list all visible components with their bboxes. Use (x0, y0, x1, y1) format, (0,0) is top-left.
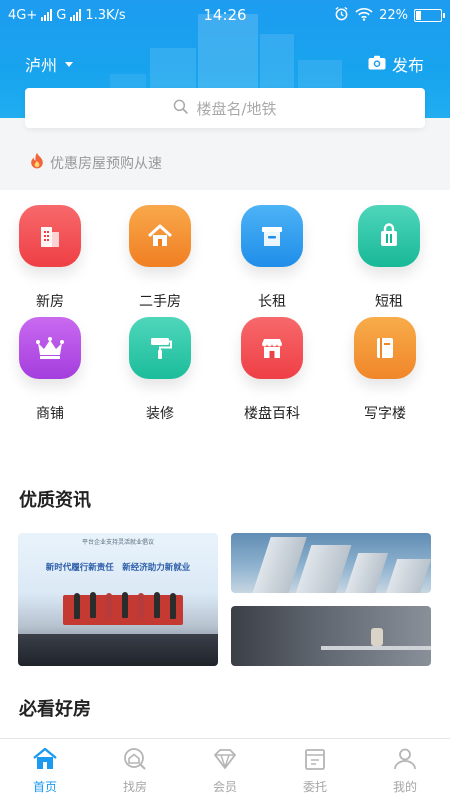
book-icon (354, 317, 416, 379)
paint-roller-icon (129, 317, 191, 379)
person-icon (392, 747, 418, 775)
publish-label: 发布 (391, 56, 424, 75)
battery-percent: 22% (379, 8, 408, 23)
person-figure (74, 593, 80, 619)
alarm-icon (334, 6, 349, 25)
category-label: 二手房 (139, 294, 181, 310)
category-label: 短租 (375, 294, 403, 310)
crown-icon (19, 317, 81, 379)
box-icon (241, 205, 303, 267)
category-item-shop[interactable]: 商铺 (0, 317, 100, 423)
promo-text: 优惠房屋预购从速 (50, 155, 162, 172)
tab-delegate[interactable]: 委托 (270, 739, 360, 800)
tab-label: 我的 (392, 780, 417, 794)
home-screen: 4G+ G 1.3K/s 14:26 22% 泸州 发布 楼盘名/地铁 优惠房屋… (0, 0, 450, 800)
category-item-new-house[interactable]: 新房 (0, 205, 100, 311)
category-item-second-hand[interactable]: 二手房 (110, 205, 210, 311)
tab-label: 找房 (122, 780, 147, 794)
shop-icon (241, 317, 303, 379)
network-speed: 1.3K/s (85, 7, 126, 23)
chevron-down-icon (65, 61, 74, 67)
city-selector[interactable]: 泸州 (25, 52, 74, 76)
tab-label: 首页 (32, 780, 57, 794)
tab-label: 委托 (302, 780, 327, 794)
network-type: 4G+ (8, 7, 38, 23)
tower-shape (294, 545, 352, 593)
promo-notice[interactable]: 优惠房屋预购从速 (30, 152, 162, 173)
tower-shape (384, 559, 431, 593)
home-icon (32, 747, 58, 775)
person-figure (122, 592, 128, 618)
category-label: 长租 (258, 294, 286, 310)
tab-member[interactable]: 会员 (180, 739, 270, 800)
person-figure (138, 593, 144, 619)
battery-icon (414, 9, 445, 22)
city-name: 泸州 (25, 56, 58, 75)
news-card-featured[interactable]: 平台企业支持灵活就业倡议 新时代履行新责任 新经济助力新就业 (18, 533, 218, 666)
category-label: 新房 (36, 294, 64, 310)
category-label: 装修 (146, 406, 174, 422)
category-item-office[interactable]: 写字楼 (335, 317, 435, 423)
category-label: 商铺 (36, 406, 64, 422)
publish-button[interactable]: 发布 (368, 52, 424, 76)
category-item-property-wiki[interactable]: 楼盘百科 (222, 317, 322, 423)
section-title-recommend: 必看好房 (19, 699, 91, 720)
audience (18, 634, 218, 666)
person-figure (90, 592, 96, 618)
camera-icon (368, 55, 386, 74)
diamond-icon (212, 747, 238, 775)
status-bar: 4G+ G 1.3K/s 14:26 22% (0, 0, 450, 30)
news-card-building[interactable] (231, 533, 431, 593)
search-icon (173, 99, 189, 118)
signal-icon (70, 9, 82, 21)
news-image-caption: 平台企业支持灵活就业倡议 (81, 539, 154, 546)
category-item-decoration[interactable]: 装修 (110, 317, 210, 423)
tab-profile[interactable]: 我的 (360, 739, 450, 800)
tab-home[interactable]: 首页 (0, 739, 90, 800)
person-figure (154, 592, 160, 618)
bottom-tab-bar: 首页 找房 会员 委托 我的 (0, 738, 450, 800)
person-figure (170, 593, 176, 619)
shelf-shape (321, 646, 431, 650)
news-image-headline: 新时代履行新责任 新经济助力新就业 (45, 563, 191, 573)
building-icon (19, 205, 81, 267)
bag-icon (358, 205, 420, 267)
category-label: 楼盘百科 (244, 406, 300, 422)
news-card-interior[interactable] (231, 606, 431, 666)
tab-find-house[interactable]: 找房 (90, 739, 180, 800)
vase-shape (371, 628, 383, 646)
search-input[interactable]: 楼盘名/地铁 (25, 88, 425, 128)
wifi-icon (355, 7, 373, 25)
person-figure (106, 593, 112, 619)
search-placeholder: 楼盘名/地铁 (196, 99, 277, 118)
tab-label: 会员 (212, 780, 237, 794)
find-house-icon (122, 747, 148, 775)
signal-icon (41, 9, 53, 21)
category-label: 写字楼 (364, 406, 406, 422)
category-item-short-rent[interactable]: 短租 (339, 205, 439, 311)
delegate-icon (302, 747, 328, 775)
section-title-news: 优质资讯 (19, 490, 91, 511)
category-item-long-rent[interactable]: 长租 (222, 205, 322, 311)
house-icon (129, 205, 191, 267)
tower-shape (343, 553, 389, 593)
top-bar: 泸州 发布 (0, 44, 450, 80)
carrier-type: G (56, 7, 67, 23)
fire-icon (30, 152, 44, 173)
